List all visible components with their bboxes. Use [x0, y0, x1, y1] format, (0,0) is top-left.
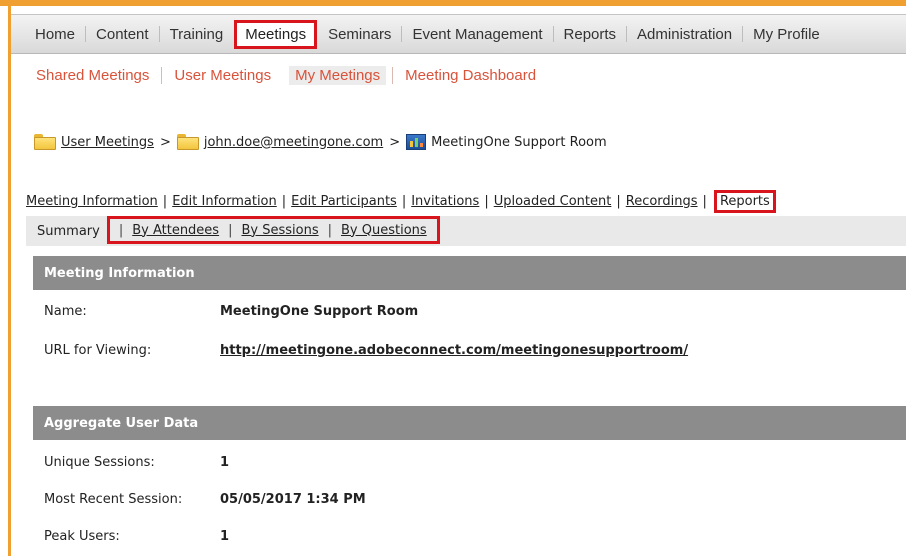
window-frame-left [8, 0, 11, 556]
breadcrumb-current-room: MeetingOne Support Room [431, 134, 607, 150]
folder-icon [176, 134, 199, 150]
meeting-name-label: Name: [44, 304, 87, 319]
tab-recordings[interactable]: Recordings [626, 194, 698, 209]
meeting-room-icon [406, 134, 427, 150]
tab-invitations[interactable]: Invitations [411, 194, 479, 209]
nav-administration[interactable]: Administration [627, 15, 744, 53]
tab-separator: | [327, 222, 332, 238]
tab-separator: | [401, 194, 407, 209]
tab-reports[interactable]: Reports [713, 190, 776, 213]
meeting-tabs: Meeting Information | Edit Information | E… [26, 190, 776, 213]
recent-session-value: 05/05/2017 1:34 PM [220, 492, 366, 507]
nav-reports-label: Reports [563, 25, 617, 43]
subtab-by-sessions[interactable]: By Sessions [241, 223, 318, 238]
subnav-meeting-dashboard[interactable]: Meeting Dashboard [392, 67, 548, 84]
report-subtabs: Summary | By Attendees | By Sessions | B… [26, 216, 906, 246]
meeting-information-header: Meeting Information [33, 256, 906, 290]
tab-separator: | [616, 194, 621, 209]
tab-meeting-information[interactable]: Meeting Information [26, 194, 158, 209]
nav-home[interactable]: Home [11, 15, 87, 53]
meeting-url-row: URL for Viewing: http://meetingone.adobe… [44, 343, 688, 358]
top-navigation: Home Content Training Meetings Seminars … [11, 14, 906, 54]
unique-sessions-row: Unique Sessions: 1 [44, 455, 229, 470]
peak-users-label: Peak Users: [44, 529, 120, 544]
breadcrumb-user-meetings[interactable]: User Meetings [61, 135, 154, 150]
peak-users-row: Peak Users: 1 [44, 529, 229, 544]
breadcrumb: User Meetings > john.doe@meetingone.com … [34, 134, 607, 150]
tab-separator: | [484, 194, 489, 209]
tab-separator: | [228, 222, 233, 238]
nav-event-management-label: Event Management [412, 25, 543, 43]
nav-seminars-label: Seminars [328, 25, 392, 43]
nav-reports[interactable]: Reports [554, 15, 628, 53]
nav-event-management[interactable]: Event Management [402, 15, 554, 53]
breadcrumb-user-folder[interactable]: john.doe@meetingone.com [204, 135, 383, 150]
meeting-url-link[interactable]: http://meetingone.adobeconnect.com/meeti… [220, 343, 688, 358]
tab-uploaded-content[interactable]: Uploaded Content [494, 194, 612, 209]
tab-separator: | [118, 222, 124, 238]
meeting-url-label: URL for Viewing: [44, 343, 152, 358]
nav-seminars[interactable]: Seminars [318, 15, 403, 53]
nav-my-profile[interactable]: My Profile [743, 15, 830, 53]
window-frame-top [0, 0, 906, 6]
nav-my-profile-label: My Profile [753, 25, 820, 43]
folder-icon [34, 134, 56, 150]
breadcrumb-separator: > [389, 134, 401, 150]
nav-meetings[interactable]: Meetings [233, 15, 318, 53]
subtab-by-attendees[interactable]: By Attendees [132, 223, 219, 238]
recent-session-row: Most Recent Session: 05/05/2017 1:34 PM [44, 492, 366, 507]
nav-content-label: Content [96, 25, 149, 43]
nav-content[interactable]: Content [86, 15, 160, 53]
recent-session-label: Most Recent Session: [44, 492, 183, 507]
subnav-user-meetings[interactable]: User Meetings [161, 67, 283, 84]
peak-users-value: 1 [220, 529, 230, 544]
tab-separator: | [281, 194, 287, 209]
unique-sessions-label: Unique Sessions: [44, 455, 155, 470]
nav-meetings-label: Meetings [234, 19, 318, 49]
subnav-shared-meetings[interactable]: Shared Meetings [36, 67, 161, 84]
breadcrumb-separator: > [159, 134, 171, 150]
report-subtab-group: | By Attendees | By Sessions | By Questi… [106, 216, 440, 244]
nav-administration-label: Administration [637, 25, 733, 43]
nav-training-label: Training [169, 25, 224, 43]
nav-training[interactable]: Training [160, 15, 234, 53]
meeting-name-row: Name: MeetingOne Support Room [44, 304, 418, 319]
tab-edit-information[interactable]: Edit Information [172, 194, 277, 209]
nav-home-label: Home [35, 25, 76, 43]
subtab-by-questions[interactable]: By Questions [341, 223, 427, 238]
subnav-my-meetings[interactable]: My Meetings [289, 66, 387, 85]
meeting-name-value: MeetingOne Support Room [220, 304, 419, 319]
tab-separator: | [702, 194, 707, 209]
subtab-summary[interactable]: Summary [26, 224, 100, 239]
unique-sessions-value: 1 [220, 455, 230, 470]
aggregate-user-data-header: Aggregate User Data [33, 406, 906, 440]
tab-edit-participants[interactable]: Edit Participants [291, 194, 397, 209]
sub-navigation: Shared Meetings User Meetings My Meeting… [36, 66, 548, 85]
tab-separator: | [162, 194, 168, 209]
